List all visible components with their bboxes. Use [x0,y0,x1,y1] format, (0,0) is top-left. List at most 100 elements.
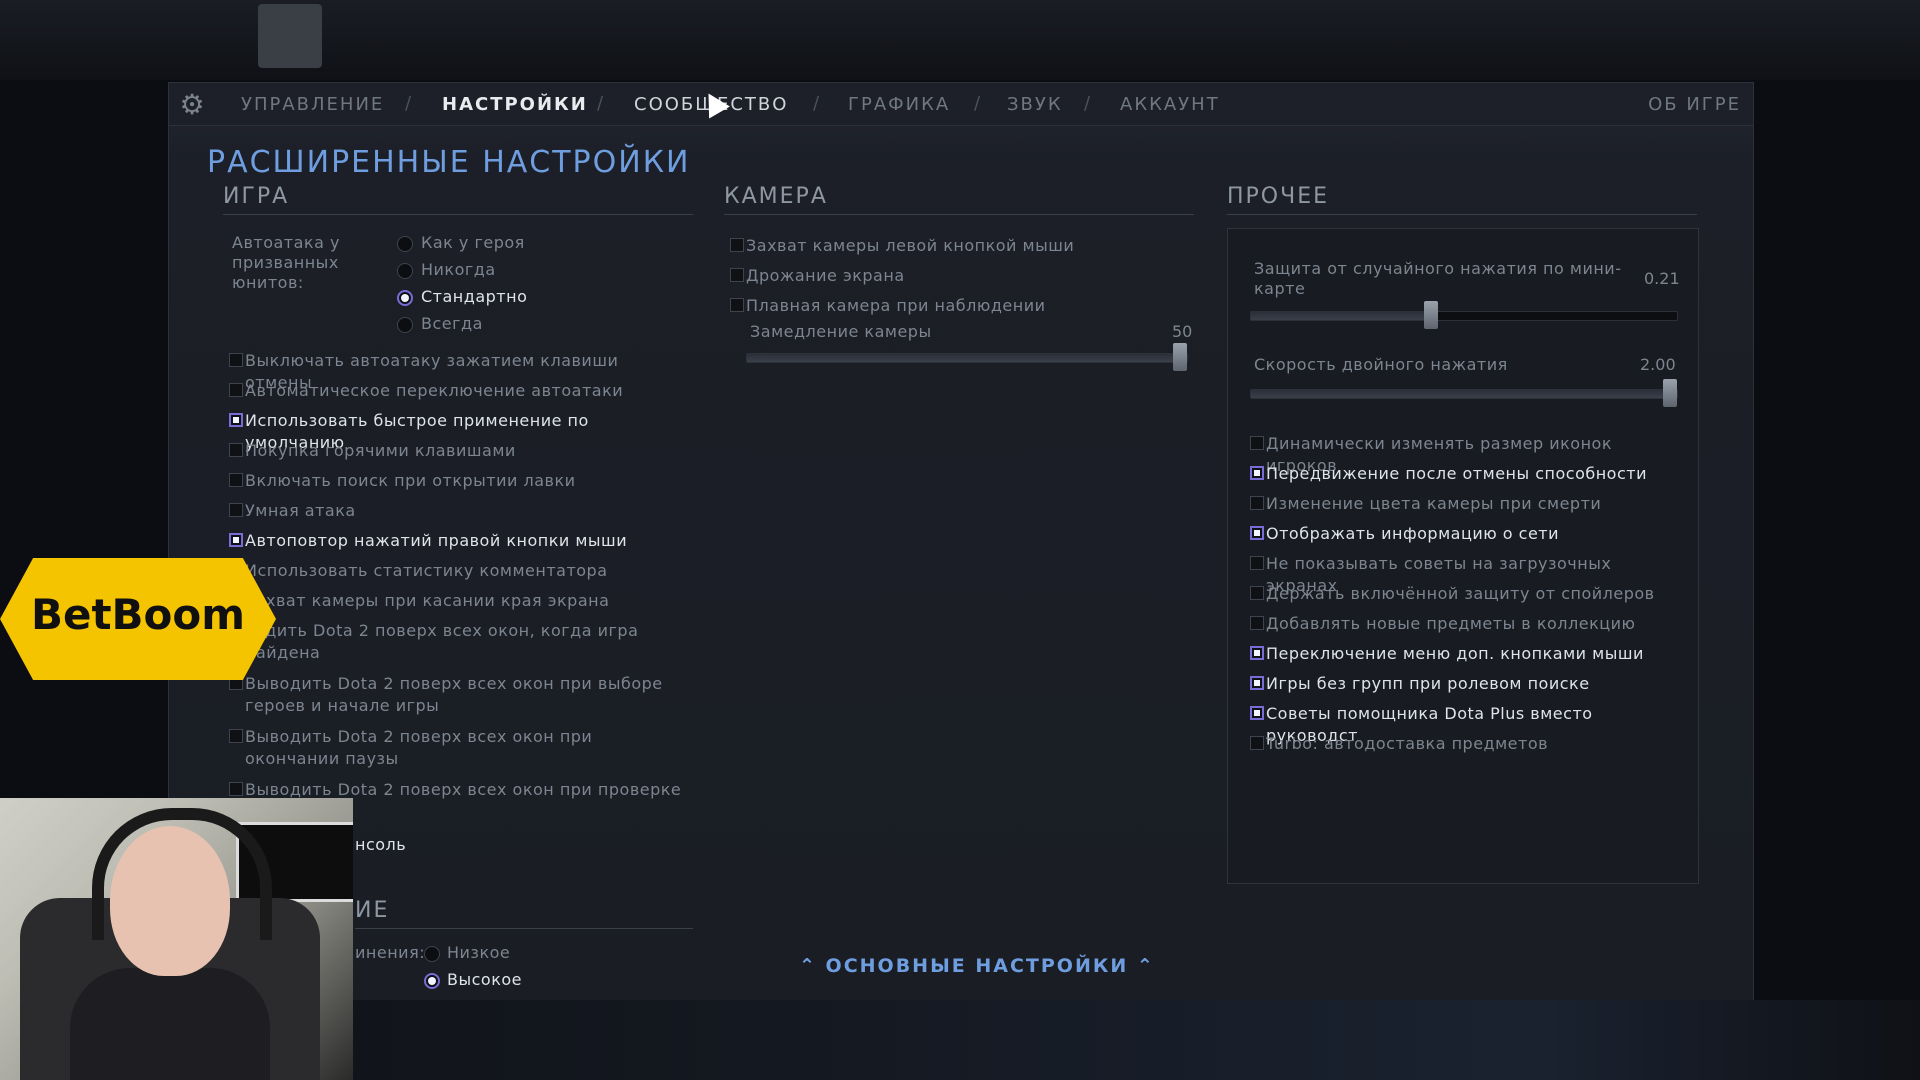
other-checkbox[interactable] [1250,736,1264,750]
other-checkbox[interactable] [1250,646,1264,660]
minimap-protection-value: 0.21 [1644,269,1680,288]
other-checkbox[interactable] [1250,556,1264,570]
quality-radio[interactable] [424,973,440,989]
tab-graphics[interactable]: ГРАФИКА [848,94,950,115]
tab-account[interactable]: АККАУНТ [1120,94,1220,115]
other-checkbox[interactable] [1250,496,1264,510]
autoattack-radio-label: Никогда [421,260,496,279]
section-divider [724,214,1194,215]
doubletap-value: 2.00 [1640,355,1676,374]
slider-thumb[interactable] [1173,343,1187,371]
slider-fill [1251,312,1431,320]
game-checkbox[interactable] [229,473,243,487]
autoattack-radio[interactable] [397,263,413,279]
other-checkbox[interactable] [1250,526,1264,540]
game-checkbox[interactable] [229,353,243,367]
other-checkbox-label: Игры без групп при ролевом поиске [1266,674,1590,693]
other-checkbox-label: Turbo: автодоставка предметов [1266,734,1549,753]
game-checkbox[interactable] [229,443,243,457]
tab-settings[interactable]: НАСТРОЙКИ [442,94,588,115]
doubletap-slider[interactable] [1250,379,1678,407]
other-checkbox-label: Передвижение после отмены способности [1266,464,1647,483]
other-checkbox[interactable] [1250,586,1264,600]
autoattack-radio[interactable] [397,317,413,333]
other-checkbox[interactable] [1250,676,1264,690]
other-checkbox-label: Добавлять новые предметы в коллекцию [1266,614,1636,633]
quality-radio[interactable] [424,946,440,962]
chevron-up-icon: ⌃ [799,955,817,977]
game-checkbox-label: Выводить Dota 2 поверх всех окон при выб… [245,674,663,715]
autoattack-radio-label: Как у героя [421,233,525,252]
slider-thumb[interactable] [1424,301,1438,329]
doubletap-label: Скорость двойного нажатия [1254,355,1508,374]
tab-separator: / [1084,93,1091,114]
other-checkbox[interactable] [1250,466,1264,480]
headset-icon [92,808,272,940]
section-divider [1227,214,1697,215]
game-checkbox-label: Выводить Dota 2 поверх всех окон при око… [245,727,593,768]
slider-fill [747,354,1180,362]
tab-sound[interactable]: ЗВУК [1007,94,1063,115]
other-checkbox-label: Отображать информацию о сети [1266,524,1560,543]
game-checkbox[interactable] [229,383,243,397]
quality-radio-label: Высокое [447,970,522,989]
basic-settings-link[interactable]: ⌃ ОСНОВНЫЕ НАСТРОЙКИ ⌃ [799,955,1155,977]
game-checkbox[interactable] [229,782,243,796]
game-checkbox-label: Использовать статистику комментатора [245,561,608,580]
tab-controls[interactable]: УПРАВЛЕНИЕ [241,94,384,115]
background-top-bar [0,0,1920,80]
minimap-protection-slider[interactable] [1250,301,1678,329]
section-divider [223,214,693,215]
game-checkbox[interactable] [229,503,243,517]
camera-slow-value: 50 [1172,322,1193,341]
camera-checkbox[interactable] [730,238,744,252]
tab-separator: / [405,93,412,114]
graphics-section-title: ИЕ [355,898,390,923]
betboom-text: BetBoom [30,590,246,639]
camera-checkbox[interactable] [730,298,744,312]
dota-logo-icon [258,4,322,68]
camera-section-title: КАМЕРА [724,184,828,209]
other-checkbox-label: Изменение цвета камеры при смерти [1266,494,1602,513]
game-checkbox[interactable] [229,729,243,743]
betboom-logo: BetBoom [0,558,276,680]
slider-fill [1251,390,1670,398]
quality-label: инения: [355,943,426,962]
camera-checkbox[interactable] [730,268,744,282]
tab-separator: / [813,93,820,114]
quality-radio-label: Низкое [447,943,511,962]
settings-panel: ⚙ УПРАВЛЕНИЕ / НАСТРОЙКИ / СООБЩЕСТВО / … [168,82,1754,1002]
game-checkbox-label: Умная атака [245,501,356,520]
other-checkbox[interactable] [1250,616,1264,630]
gear-icon[interactable]: ⚙ [177,90,207,120]
autoattack-radio[interactable] [397,236,413,252]
console-label: нсоль [355,835,407,854]
other-checkbox-label: Переключение меню доп. кнопками мыши [1266,644,1644,663]
camera-slow-slider[interactable] [746,343,1188,371]
other-section-title: ПРОЧЕЕ [1227,184,1330,209]
camera-checkbox-label: Плавная камера при наблюдении [746,296,1046,315]
slider-thumb[interactable] [1663,379,1677,407]
game-checkbox-label: Включать поиск при открытии лавки [245,471,576,490]
other-checkbox[interactable] [1250,436,1264,450]
tab-about[interactable]: ОБ ИГРЕ [1648,94,1741,115]
autoattack-radio[interactable] [397,290,413,306]
game-section-title: ИГРА [223,184,290,209]
game-checkbox[interactable] [229,533,243,547]
game-checkbox-label: Автоматическое переключение автоатаки [245,381,624,400]
streamer-body [70,968,270,1080]
game-checkbox[interactable] [229,413,243,427]
other-checkbox-label: Держать включённой защиту от спойлеров [1266,584,1655,603]
tab-separator: / [597,93,604,114]
autoattack-radio-label: Всегда [421,314,483,333]
page-title: РАСШИРЕННЫЕ НАСТРОЙКИ [207,145,691,180]
settings-tab-bar: ⚙ УПРАВЛЕНИЕ / НАСТРОЙКИ / СООБЩЕСТВО / … [169,83,1753,126]
section-divider [355,928,693,929]
camera-checkbox-label: Захват камеры левой кнопкой мыши [746,236,1075,255]
other-checkbox[interactable] [1250,706,1264,720]
game-checkbox-label: Покупка горячими клавишами [245,441,516,460]
game-checkbox-label: Автоповтор нажатий правой кнопки мыши [245,531,628,550]
chevron-up-icon: ⌃ [1136,955,1155,977]
camera-slow-label: Замедление камеры [750,322,932,341]
streamer-webcam [0,798,353,1080]
